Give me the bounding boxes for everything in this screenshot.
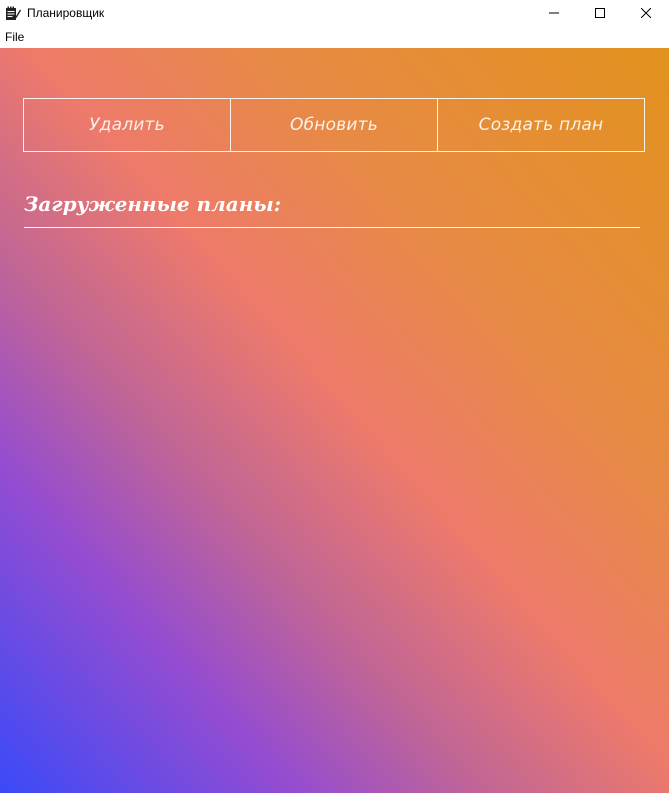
loaded-plans-heading: Загруженные планы: [24,192,282,216]
app-window: Планировщик File Удалить Обновить Создат… [0,0,669,793]
delete-button[interactable]: Удалить [24,99,230,151]
maximize-icon [595,7,605,18]
menu-bar: File [0,25,669,48]
window-title: Планировщик [27,5,105,20]
close-button[interactable] [623,0,669,25]
toolbar: Удалить Обновить Создать план [23,98,645,152]
create-plan-button[interactable]: Создать план [437,99,644,151]
menu-file[interactable]: File [0,30,24,44]
maximize-button[interactable] [577,0,623,25]
main-panel: Удалить Обновить Создать план Загруженны… [0,48,669,793]
minimize-button[interactable] [531,0,577,25]
refresh-button[interactable]: Обновить [230,99,437,151]
minimize-icon [549,12,559,13]
close-icon [641,7,651,18]
window-controls [531,0,669,25]
section-divider [24,227,640,228]
title-bar[interactable]: Планировщик [0,0,669,25]
notepad-pencil-icon [5,5,21,21]
